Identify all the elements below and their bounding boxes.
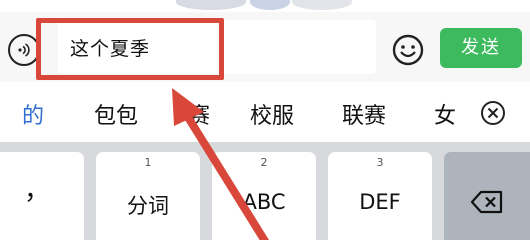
backspace-icon	[470, 190, 503, 214]
voice-icon	[18, 43, 30, 57]
candidate-word[interactable]: 包包	[94, 98, 138, 130]
key-3[interactable]: 3 DEF	[328, 152, 432, 240]
key-label: 分词	[127, 194, 169, 218]
candidate-word[interactable]: 的	[22, 98, 44, 130]
photo-fragment	[250, 0, 290, 10]
key-2[interactable]: 2 ABC	[212, 152, 316, 240]
key-number: 3	[376, 156, 384, 169]
emoji-button[interactable]	[390, 32, 426, 68]
emoji-icon	[392, 34, 424, 66]
candidate-word[interactable]: 联赛	[342, 98, 386, 130]
chat-input-bar: 这个夏季 发送	[0, 12, 530, 83]
top-image-strip	[0, 0, 530, 12]
candidate-word[interactable]: 赛	[188, 98, 210, 130]
candidate-close-button[interactable]	[480, 100, 506, 126]
key-1[interactable]: 1 分词	[96, 152, 200, 240]
chat-screen: 这个夏季 发送 的 包包 赛 校服 联赛 女 ， 1 分词 2 ABC 3 DE…	[0, 0, 530, 240]
ime-candidate-bar: 的 包包 赛 校服 联赛 女	[0, 82, 530, 142]
key-label: ABC	[242, 190, 286, 214]
send-button[interactable]: 发送	[440, 28, 522, 68]
photo-fragment	[292, 0, 352, 10]
ime-keyboard: ， 1 分词 2 ABC 3 DEF	[0, 142, 530, 240]
candidate-word[interactable]: 女	[434, 98, 456, 130]
photo-fragment	[176, 0, 246, 10]
backspace-key[interactable]	[444, 152, 530, 240]
candidate-word[interactable]: 校服	[250, 98, 294, 130]
punctuation-key[interactable]: ，	[0, 152, 84, 240]
key-number: 2	[260, 156, 268, 169]
annotation-highlight-box	[36, 18, 224, 80]
key-number: 1	[144, 156, 152, 169]
key-label: ，	[23, 176, 50, 206]
key-label: DEF	[359, 190, 401, 214]
close-circle-icon	[481, 101, 505, 125]
